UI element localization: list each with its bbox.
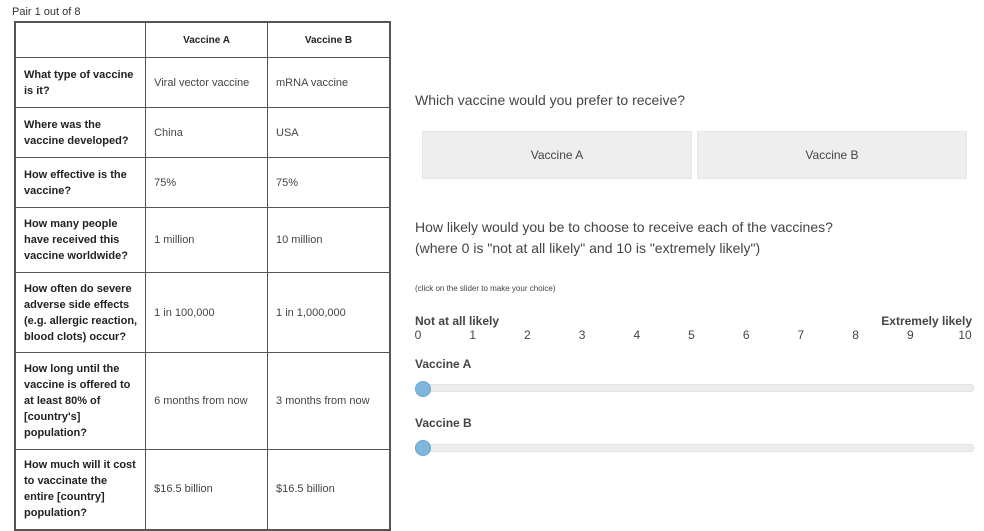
- scale-tick: 1: [469, 328, 477, 342]
- row-value-a: $16.5 billion: [145, 449, 269, 530]
- row-value-b: 1 in 1,000,000: [267, 272, 391, 353]
- slider-track-vaccine-b[interactable]: [422, 444, 974, 452]
- row-question: How effective is the vaccine?: [14, 157, 147, 208]
- slider-handle-vaccine-b[interactable]: [415, 440, 431, 456]
- table-row: How often do severe adverse side effects…: [14, 272, 391, 353]
- row-value-a: 6 months from now: [145, 352, 269, 450]
- table-header-empty: [14, 21, 147, 58]
- row-question: What type of vaccine is it?: [14, 57, 147, 108]
- scale-tick: 10: [958, 328, 972, 342]
- table-row: Where was the vaccine developed? China U…: [14, 107, 391, 158]
- slider-handle-vaccine-a[interactable]: [415, 381, 431, 397]
- scale-tick: 6: [742, 328, 750, 342]
- choose-vaccine-a-button[interactable]: Vaccine A: [422, 131, 692, 179]
- row-question: How long until the vaccine is offered to…: [14, 352, 147, 450]
- table-header-vaccine-a: Vaccine A: [145, 21, 269, 58]
- scale-min-label: Not at all likely: [415, 314, 500, 328]
- table-header-row: Vaccine A Vaccine B: [14, 21, 391, 58]
- scale-tick: 5: [688, 328, 695, 342]
- slider-instruction: (click on the slider to make your choice…: [415, 284, 556, 293]
- scale-tick: 9: [906, 328, 914, 342]
- scale-tick: 3: [578, 328, 586, 342]
- table-row: How long until the vaccine is offered to…: [14, 352, 391, 450]
- row-value-a: Viral vector vaccine: [145, 57, 269, 108]
- attribute-table: Vaccine A Vaccine B What type of vaccine…: [14, 21, 391, 531]
- row-question: Where was the vaccine developed?: [14, 107, 147, 158]
- row-value-b: mRNA vaccine: [267, 57, 391, 108]
- likelihood-question-line1: How likely would you be to choose to rec…: [415, 219, 833, 235]
- scale-tick: 2: [524, 328, 531, 342]
- table-row: How many people have received this vacci…: [14, 207, 391, 273]
- scale-tick: 8: [852, 328, 859, 342]
- choose-vaccine-b-button[interactable]: Vaccine B: [697, 131, 967, 179]
- slider-label-vaccine-b: Vaccine B: [415, 416, 472, 430]
- scale-tick: 0: [414, 328, 422, 342]
- response-panel: Which vaccine would you prefer to receiv…: [415, 0, 975, 527]
- slider-label-vaccine-a: Vaccine A: [415, 357, 472, 371]
- row-value-a: 75%: [145, 157, 269, 208]
- row-value-a: 1 in 100,000: [145, 272, 269, 353]
- scale-max-label: Extremely likely: [881, 314, 972, 328]
- table-row: What type of vaccine is it? Viral vector…: [14, 57, 391, 108]
- row-question: How much will it cost to vaccinate the e…: [14, 449, 147, 530]
- table-row: How much will it cost to vaccinate the e…: [14, 449, 391, 530]
- row-value-b: 75%: [267, 157, 391, 208]
- likelihood-question-line2: (where 0 is "not at all likely" and 10 i…: [415, 240, 761, 256]
- likelihood-question: How likely would you be to choose to rec…: [415, 217, 833, 259]
- row-question: How many people have received this vacci…: [14, 207, 147, 273]
- row-value-b: $16.5 billion: [267, 449, 391, 530]
- row-value-a: 1 million: [145, 207, 269, 273]
- slider-track-vaccine-a[interactable]: [422, 384, 974, 392]
- scale-tick: 7: [797, 328, 805, 342]
- row-value-b: USA: [267, 107, 391, 158]
- scale-tick: 4: [633, 328, 641, 342]
- row-value-b: 10 million: [267, 207, 391, 273]
- preference-question: Which vaccine would you prefer to receiv…: [415, 92, 686, 108]
- row-question: How often do severe adverse side effects…: [14, 272, 147, 353]
- row-value-a: China: [145, 107, 269, 158]
- table-row: How effective is the vaccine? 75% 75%: [14, 157, 391, 208]
- row-value-b: 3 months from now: [267, 352, 391, 450]
- pair-counter: Pair 1 out of 8: [12, 6, 81, 18]
- table-header-vaccine-b: Vaccine B: [267, 21, 391, 58]
